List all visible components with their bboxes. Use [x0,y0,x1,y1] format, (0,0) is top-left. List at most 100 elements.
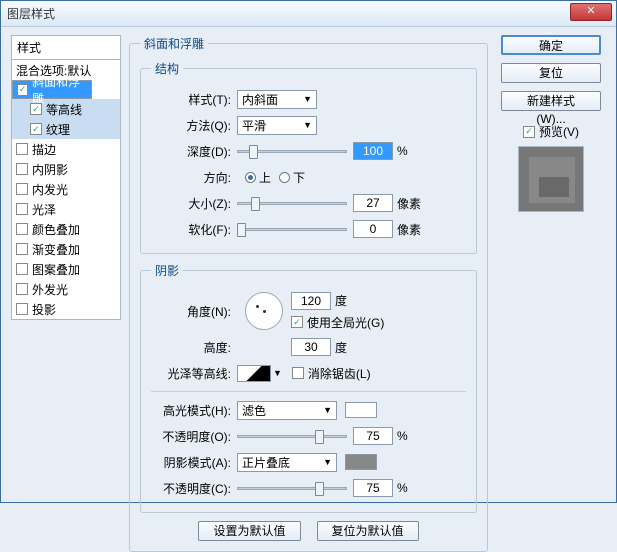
soften-label: 软化(F): [151,221,237,238]
shadow-opacity-label: 不透明度(C): [151,480,237,497]
style-item[interactable]: 颜色叠加 [12,219,120,239]
style-item-checkbox[interactable] [16,223,28,235]
style-item[interactable]: 等高线 [12,99,120,119]
angle-input[interactable]: 120 [291,292,331,310]
reset-button[interactable]: 复位 [501,63,601,83]
window-title: 图层样式 [7,5,55,22]
hilite-color[interactable] [345,402,377,418]
global-light-label: 使用全局光(G) [307,314,384,331]
percent-unit: % [397,144,408,158]
new-style-button[interactable]: 新建样式(W)... [501,91,601,111]
antialias-checkbox[interactable] [292,367,304,379]
direction-up-radio[interactable] [245,172,256,183]
soften-slider[interactable] [237,222,347,236]
title-bar: 图层样式 ✕ [1,1,616,27]
style-item-checkbox[interactable] [30,103,42,115]
style-item[interactable]: 光泽 [12,199,120,219]
chevron-down-icon[interactable]: ▼ [273,368,282,378]
percent-unit: % [397,481,408,495]
reset-default-button[interactable]: 复位为默认值 [317,521,419,541]
deg-unit: 度 [335,292,347,309]
px-unit: 像素 [397,195,421,212]
global-light-checkbox[interactable] [291,316,303,328]
bevel-legend: 斜面和浮雕 [140,35,208,52]
depth-slider[interactable] [237,144,347,158]
px-unit: 像素 [397,221,421,238]
style-item-label: 描边 [32,141,56,158]
contour-picker[interactable] [237,365,271,382]
style-item[interactable]: 内阴影 [12,159,120,179]
shadow-color[interactable] [345,454,377,470]
set-default-button[interactable]: 设置为默认值 [198,521,300,541]
style-item-checkbox[interactable] [30,123,42,135]
size-label: 大小(Z): [151,195,237,212]
style-item[interactable]: 斜面和浮雕 [12,80,92,99]
close-button[interactable]: ✕ [570,3,612,21]
ok-button[interactable]: 确定 [501,35,601,55]
style-label: 样式(T): [151,91,237,108]
hilite-opacity-slider[interactable] [237,429,347,443]
right-panel: 确定 复位 新建样式(W)... 预览(V) [496,35,606,494]
depth-label: 深度(D): [151,143,237,160]
direction-down-radio[interactable] [279,172,290,183]
style-item-label: 渐变叠加 [32,241,80,258]
styles-panel: 样式 混合选项:默认 斜面和浮雕等高线纹理描边内阴影内发光光泽颜色叠加渐变叠加图… [11,35,121,494]
method-label: 方法(Q): [151,117,237,134]
percent-unit: % [397,429,408,443]
shading-legend: 阴影 [151,262,183,279]
preview-label: 预览(V) [539,123,579,140]
style-item-checkbox[interactable] [16,203,28,215]
style-item[interactable]: 图案叠加 [12,259,120,279]
style-item-label: 光泽 [32,201,56,218]
style-item-label: 内阴影 [32,161,68,178]
shadow-mode-label: 阴影模式(A): [151,454,237,471]
chevron-down-icon: ▼ [303,120,312,130]
style-item-checkbox[interactable] [17,84,28,96]
style-item-checkbox[interactable] [16,163,28,175]
dialog-body: 样式 混合选项:默认 斜面和浮雕等高线纹理描边内阴影内发光光泽颜色叠加渐变叠加图… [1,27,616,502]
style-item-checkbox[interactable] [16,263,28,275]
preview-thumbnail [518,146,584,212]
style-item-label: 投影 [32,301,56,318]
soften-input[interactable]: 0 [353,220,393,238]
style-item-checkbox[interactable] [16,303,28,315]
antialias-label: 消除锯齿(L) [308,365,371,382]
style-item-checkbox[interactable] [16,183,28,195]
bevel-fieldset: 斜面和浮雕 结构 样式(T): 内斜面▼ 方法(Q): 平滑▼ 深度(D): 1… [129,35,488,552]
style-item-label: 图案叠加 [32,261,80,278]
hilite-opacity-input[interactable]: 75 [353,427,393,445]
style-item[interactable]: 投影 [12,299,120,319]
hilite-opacity-label: 不透明度(O): [151,428,237,445]
size-slider[interactable] [237,196,347,210]
style-item-checkbox[interactable] [16,243,28,255]
style-item-label: 内发光 [32,181,68,198]
shadow-mode-select[interactable]: 正片叠底▼ [237,453,337,472]
deg-unit: 度 [335,339,347,356]
options-panel: 斜面和浮雕 结构 样式(T): 内斜面▼ 方法(Q): 平滑▼ 深度(D): 1… [121,35,496,494]
style-item-checkbox[interactable] [16,143,28,155]
styles-header: 样式 [11,35,121,60]
shading-fieldset: 阴影 角度(N): 120 度 使用全局光(G) [140,262,477,513]
style-item[interactable]: 纹理 [12,119,120,139]
altitude-input[interactable]: 30 [291,338,331,356]
chevron-down-icon: ▼ [323,457,332,467]
shadow-opacity-input[interactable]: 75 [353,479,393,497]
chevron-down-icon: ▼ [323,405,332,415]
style-item[interactable]: 描边 [12,139,120,159]
angle-label: 角度(N): [151,303,237,320]
depth-input[interactable]: 100 [353,142,393,160]
style-item-label: 颜色叠加 [32,221,80,238]
direction-label: 方向: [151,169,237,186]
styles-list: 混合选项:默认 斜面和浮雕等高线纹理描边内阴影内发光光泽颜色叠加渐变叠加图案叠加… [11,60,121,320]
method-select[interactable]: 平滑▼ [237,116,317,135]
size-input[interactable]: 27 [353,194,393,212]
style-select[interactable]: 内斜面▼ [237,90,317,109]
hilite-mode-select[interactable]: 滤色▼ [237,401,337,420]
style-item[interactable]: 外发光 [12,279,120,299]
angle-control[interactable] [245,292,283,330]
style-item[interactable]: 内发光 [12,179,120,199]
shadow-opacity-slider[interactable] [237,481,347,495]
style-item[interactable]: 渐变叠加 [12,239,120,259]
preview-checkbox[interactable] [523,126,535,138]
style-item-checkbox[interactable] [16,283,28,295]
